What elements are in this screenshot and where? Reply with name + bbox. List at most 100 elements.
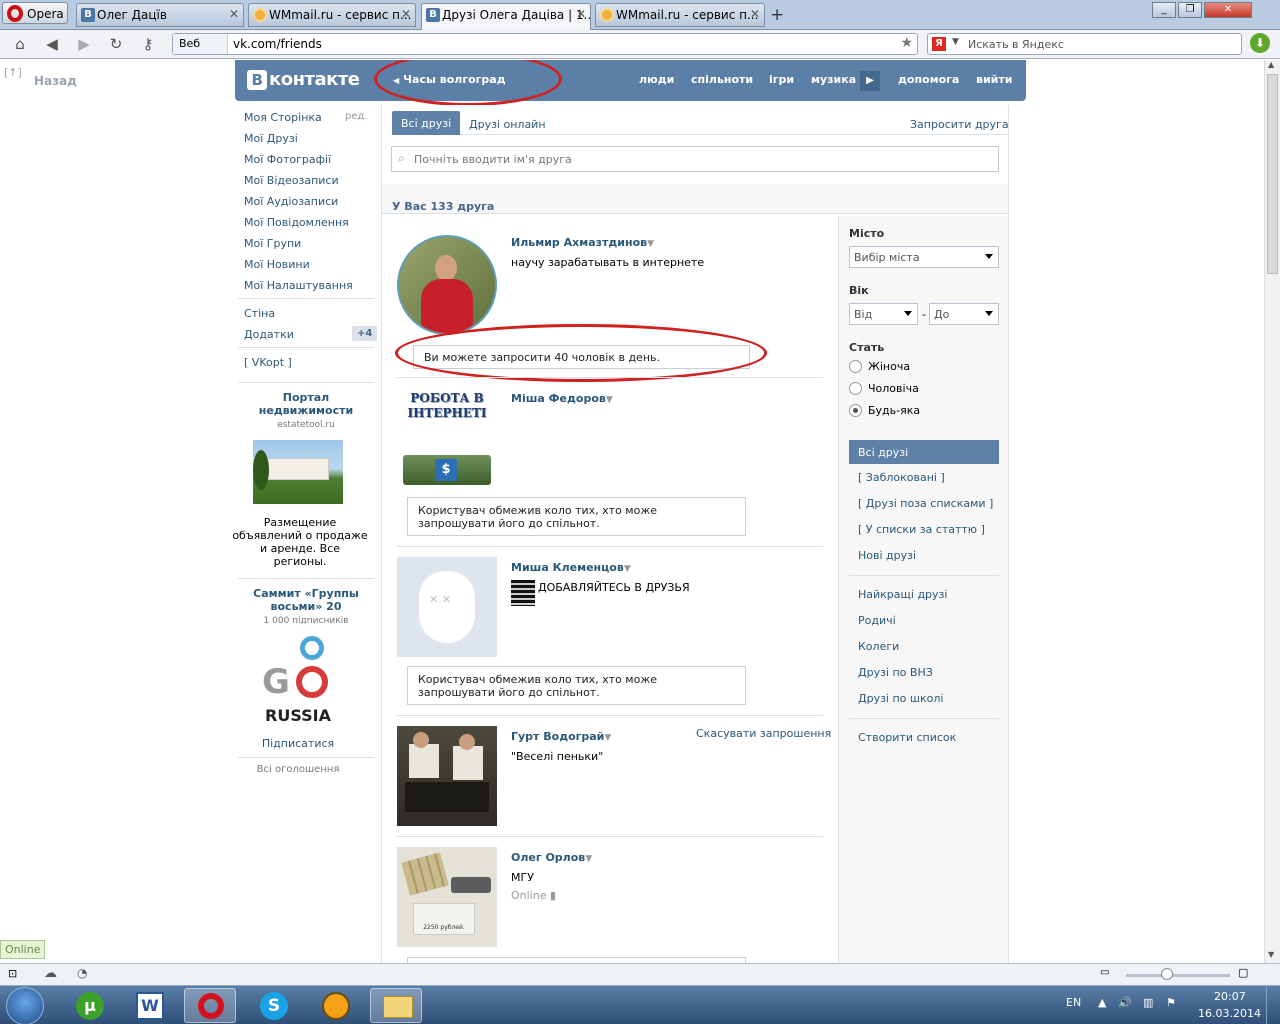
friend-menu-arrow-icon[interactable]: ▼ (606, 395, 613, 405)
tab-online-friends[interactable]: Друзі онлайн (469, 118, 546, 131)
list-school[interactable]: Друзі по школі (858, 692, 943, 705)
nav-logout[interactable]: вийти (976, 73, 1012, 86)
friend-avatar-placeholder[interactable]: ✕ ✕ (397, 557, 497, 657)
scroll-down-icon[interactable]: ▼ (1268, 950, 1274, 959)
menu-my-news[interactable]: Мої Новини (244, 258, 310, 271)
friend-name[interactable]: Міша Федоров▼ (511, 392, 613, 405)
utorrent-taskbar-icon[interactable]: µ (64, 988, 116, 1023)
close-tab-icon[interactable]: ✕ (229, 7, 239, 21)
invite-friend-link[interactable]: Запросити друга (910, 118, 1009, 131)
restore-icon[interactable]: ❐ (1178, 2, 1202, 18)
ad-title[interactable]: Портал недвижимости (238, 391, 374, 417)
list-unlisted[interactable]: [ Друзі поза списками ] (858, 497, 993, 510)
list-all-friends[interactable]: Всі друзі (849, 440, 999, 464)
nav-music[interactable]: музика (811, 73, 856, 86)
menu-apps[interactable]: Додатки (244, 328, 294, 341)
tray-arrow-icon[interactable]: ▲ (1098, 996, 1106, 1009)
zoom-slider[interactable] (1126, 974, 1230, 977)
back-page-icon[interactable]: [↑] (4, 66, 22, 79)
opera-menu-button[interactable]: Opera (2, 2, 68, 24)
friend-avatar[interactable] (397, 726, 497, 826)
menu-my-settings[interactable]: Мої Налаштування (244, 279, 353, 292)
edit-link[interactable]: ред. (345, 111, 368, 122)
show-desktop-button[interactable] (1266, 986, 1280, 1024)
clock-date[interactable]: 16.03.2014 (1198, 1007, 1261, 1020)
ad-title[interactable]: Саммит «Группы восьми» 20 (238, 587, 374, 613)
zoom-in-icon[interactable]: ▢ (1238, 966, 1248, 979)
friend-menu-arrow-icon[interactable]: ▼ (585, 854, 592, 864)
age-from-select[interactable]: Від (849, 303, 918, 325)
friend-avatar[interactable]: РОБОТА В ІНТЕРНЕТІ $ (397, 387, 497, 487)
list-relatives[interactable]: Родичі (858, 614, 896, 627)
opera-unite-icon[interactable]: ☁ (44, 966, 57, 981)
nav-communities[interactable]: спільноти (691, 73, 753, 86)
list-best-friends[interactable]: Найкращі друзі (858, 588, 947, 601)
friend-menu-arrow-icon[interactable]: ▼ (604, 733, 611, 743)
forward-icon[interactable]: ▶ (74, 35, 94, 53)
action-center-icon[interactable]: ⚑ (1166, 996, 1176, 1009)
sex-female-radio[interactable] (849, 360, 862, 373)
back-link[interactable]: Назад (34, 74, 77, 88)
apps-count-badge[interactable]: +4 (352, 326, 378, 341)
vk-logo[interactable]: Вконтакте (247, 69, 360, 90)
reload-icon[interactable]: ↻ (106, 35, 126, 53)
key-icon[interactable]: ⚷ (138, 35, 158, 53)
cancel-invite-link[interactable]: Скасувати запрошення (696, 727, 831, 740)
close-tab-icon[interactable]: ✕ (576, 7, 586, 21)
browser-tab[interactable]: WMmail.ru - сервис п... ✕ (248, 3, 416, 27)
vertical-scrollbar[interactable]: ▲ ▼ (1264, 60, 1280, 963)
home-icon[interactable]: ⌂ (10, 35, 30, 53)
back-icon[interactable]: ◀ (42, 35, 62, 53)
friend-menu-arrow-icon[interactable]: ▼ (624, 564, 631, 574)
friend-name[interactable]: Миша Клеменцов▼ (511, 561, 631, 574)
nav-people[interactable]: люди (639, 73, 674, 86)
list-by-gender[interactable]: [ У списки за статтю ] (858, 523, 985, 536)
sex-female-label[interactable]: Жіноча (868, 360, 910, 373)
bookmark-star-icon[interactable]: ★ (900, 35, 913, 51)
new-tab-icon[interactable]: + (770, 5, 784, 25)
volume-icon[interactable]: 🔊 (1118, 996, 1132, 1009)
menu-my-messages[interactable]: Мої Повідомлення (244, 216, 349, 229)
url-text[interactable]: vk.com/friends (233, 37, 322, 51)
scrollbar-thumb[interactable] (1267, 74, 1278, 274)
turbo-icon[interactable]: ◔ (77, 966, 87, 980)
subscribe-link[interactable]: Підписатися (238, 737, 358, 750)
browser-tab-active[interactable]: В Друзі Олега Даціва | 1... ✕ (421, 3, 591, 30)
friend-name[interactable]: Ильмир Ахмазтдинов▼ (511, 236, 654, 249)
city-select[interactable]: Вибір міста (849, 246, 999, 268)
menu-my-audio[interactable]: Мої Аудіозаписи (244, 195, 338, 208)
friend-avatar[interactable]: 2250 рублей. (397, 847, 497, 947)
menu-my-photos[interactable]: Мої Фотографії (244, 153, 331, 166)
friend-avatar[interactable] (397, 235, 497, 335)
clock-time[interactable]: 20:07 (1214, 990, 1246, 1003)
menu-my-page[interactable]: Моя Сторінка (244, 111, 322, 124)
list-colleagues[interactable]: Колеги (858, 640, 899, 653)
menu-wall[interactable]: Стіна (244, 307, 275, 320)
list-new-friends[interactable]: Нові друзі (858, 549, 916, 562)
network-icon[interactable]: ▥ (1143, 996, 1153, 1009)
friend-name[interactable]: Гурт Водограй▼ (511, 730, 611, 743)
close-tab-icon[interactable]: ✕ (401, 7, 411, 21)
play-icon[interactable]: ▶ (860, 71, 880, 91)
opera-taskbar-icon[interactable] (184, 988, 236, 1023)
tab-all-friends[interactable]: Всі друзі (392, 111, 461, 135)
skype-taskbar-icon[interactable]: S (248, 988, 300, 1023)
friend-name[interactable]: Олег Орлов▼ (511, 851, 592, 864)
friend-menu-arrow-icon[interactable]: ▼ (647, 239, 654, 249)
browser-tab[interactable]: WMmail.ru - сервис п... ✕ (595, 3, 765, 27)
explorer-taskbar-icon[interactable] (370, 988, 422, 1023)
menu-my-groups[interactable]: Мої Групи (244, 237, 301, 250)
ad-image[interactable] (253, 440, 343, 504)
list-university[interactable]: Друзі по ВНЗ (858, 666, 933, 679)
g20-logo[interactable]: G RUSSIA (262, 636, 334, 726)
nav-help[interactable]: допомога (898, 73, 959, 86)
sex-any-radio[interactable] (849, 404, 862, 417)
browser-tab[interactable]: В Олег Дацїв ✕ (76, 3, 244, 27)
panel-toggle-icon[interactable]: ⊡ (8, 967, 17, 980)
address-bar[interactable]: Веб vk.com/friends ★ (172, 33, 918, 55)
minimize-icon[interactable]: _ (1152, 2, 1176, 18)
download-icon[interactable]: ⬇ (1250, 33, 1270, 53)
close-window-icon[interactable]: ✕ (1204, 2, 1252, 18)
sex-male-label[interactable]: Чоловіча (868, 382, 919, 395)
search-engine-dropdown-icon[interactable]: ▼ (952, 37, 959, 47)
